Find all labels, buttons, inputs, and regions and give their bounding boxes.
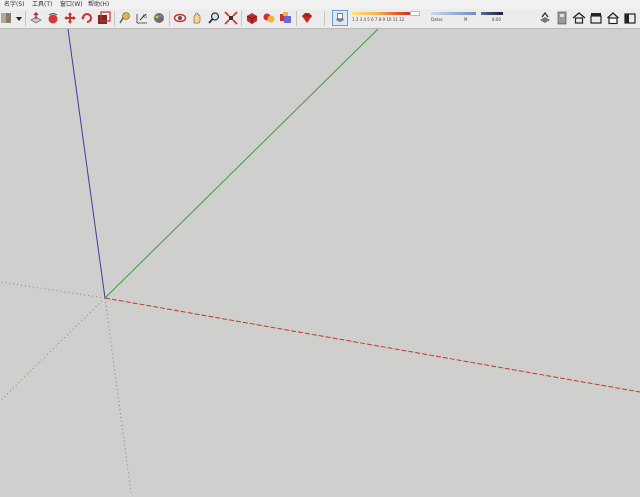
- menu-item-name[interactable]: 名字(S): [4, 0, 25, 9]
- top-view-icon[interactable]: [589, 11, 603, 25]
- right-view-icon[interactable]: [623, 11, 637, 25]
- move-icon[interactable]: [63, 11, 77, 25]
- orbit-icon[interactable]: [173, 11, 187, 25]
- green-axis-positive: [104, 28, 379, 299]
- dropdown-arrow-icon[interactable]: [12, 11, 22, 25]
- date-slider-mid-label: M: [464, 17, 468, 22]
- menu-item-help[interactable]: 帮助(H): [88, 0, 109, 9]
- shadow-time-ticks: 1 2 3 4 5 6 7 8 9 10 11 12: [352, 17, 405, 22]
- date-slider-label: Dates: [431, 17, 443, 22]
- axes-canvas: [0, 28, 640, 494]
- fog-slider-label: 8:00: [492, 17, 501, 22]
- shadow-time-slider[interactable]: [352, 12, 410, 15]
- push-pull-icon[interactable]: [29, 11, 43, 25]
- shadow-date-slider[interactable]: [431, 12, 476, 15]
- paint-bucket-icon[interactable]: [152, 11, 166, 25]
- group-icon[interactable]: [262, 11, 276, 25]
- modeling-viewport[interactable]: [0, 28, 640, 494]
- fog-slider[interactable]: [481, 12, 503, 15]
- toolbar-separator: [241, 11, 242, 26]
- dimension-icon[interactable]: A1: [135, 11, 149, 25]
- solid-tools-icon[interactable]: [279, 11, 293, 25]
- toolbar-separator: [169, 11, 170, 26]
- menu-item-tools[interactable]: 工具(T): [32, 0, 52, 9]
- style-icon[interactable]: [538, 11, 552, 25]
- toolbar-separator: [114, 11, 115, 26]
- zoom-extents-icon[interactable]: [224, 11, 238, 25]
- follow-me-icon[interactable]: [46, 11, 60, 25]
- scale-icon[interactable]: [97, 11, 111, 25]
- warehouse-icon[interactable]: [555, 11, 569, 25]
- toolbar-separator: [25, 11, 26, 26]
- svg-text:A1: A1: [142, 14, 148, 19]
- shadow-settings-button[interactable]: [332, 10, 348, 26]
- main-toolbar: A1 1 2 3 4 5 6 7 8 9 10 11 12 Dates M 8:…: [0, 9, 640, 29]
- rotate-icon[interactable]: [80, 11, 94, 25]
- red-axis-negative: [0, 281, 106, 299]
- toolbar-separator: [296, 11, 297, 26]
- ruby-icon[interactable]: [300, 11, 314, 25]
- tape-measure-icon[interactable]: [118, 11, 132, 25]
- blue-axis-negative: [104, 297, 132, 494]
- shadow-icon: [335, 13, 345, 23]
- iso-view-icon[interactable]: [572, 11, 586, 25]
- menu-bar: 名字(S) 工具(T) 窗口(W) 帮助(H): [0, 0, 640, 9]
- menu-item-window[interactable]: 窗口(W): [60, 0, 83, 9]
- component-icon[interactable]: [245, 11, 259, 25]
- pan-icon[interactable]: [190, 11, 204, 25]
- toolbar-separator: [324, 11, 325, 26]
- zoom-icon[interactable]: [207, 11, 221, 25]
- front-view-icon[interactable]: [606, 11, 620, 25]
- shadow-slider-thumb[interactable]: [410, 11, 420, 16]
- green-axis-negative: [0, 297, 106, 402]
- red-axis-positive: [104, 297, 640, 393]
- blue-axis-positive: [67, 28, 106, 299]
